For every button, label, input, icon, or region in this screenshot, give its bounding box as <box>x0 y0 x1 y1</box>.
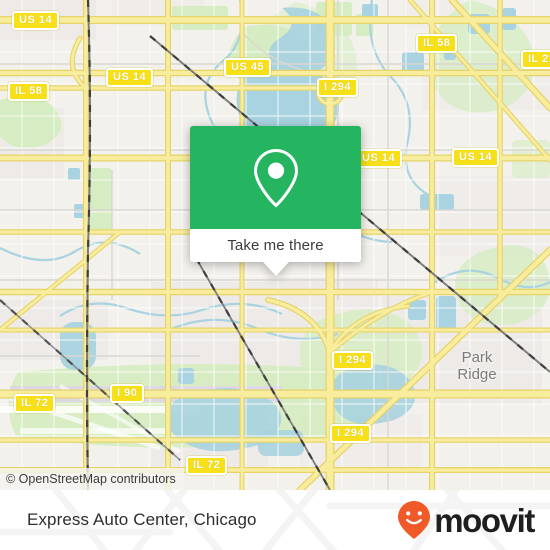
highway-shield: IL 72 <box>14 394 56 413</box>
map-canvas[interactable]: US 14 US 14 IL 58 US 45 IL 58 IL 21 I 29… <box>0 0 550 490</box>
moovit-brand[interactable]: moovit <box>397 500 535 540</box>
location-title: Express Auto Center, Chicago <box>27 510 257 529</box>
popup-card-header <box>190 126 361 229</box>
highway-shield: US 14 <box>12 11 60 30</box>
location-popup-card[interactable]: Take me there <box>190 126 361 276</box>
highway-shield: US 14 <box>106 68 154 87</box>
moovit-smiley-pin-icon <box>398 501 431 539</box>
highway-shield: IL 58 <box>8 82 50 101</box>
popup-card-footer[interactable]: Take me there <box>190 229 361 276</box>
popup-pointer-tail <box>262 262 289 276</box>
moovit-wordmark: moovit <box>434 501 535 539</box>
highway-shield: I 294 <box>332 351 373 370</box>
moovit-map-screenshot: US 14 US 14 IL 58 US 45 IL 58 IL 21 I 29… <box>0 0 550 550</box>
map-pin-icon <box>253 148 298 208</box>
highway-shield: I 90 <box>110 384 145 403</box>
highway-shield: US 14 <box>452 148 500 167</box>
highway-shield: I 294 <box>330 424 371 443</box>
osm-attribution[interactable]: © OpenStreetMap contributors <box>0 468 184 490</box>
take-me-there-label: Take me there <box>227 237 324 254</box>
highway-shield: IL 21 <box>521 50 550 69</box>
highway-shield: I 294 <box>317 78 358 97</box>
highway-shield: IL 72 <box>186 456 228 475</box>
highway-shield: US 14 <box>355 149 403 168</box>
osm-attribution-text: © OpenStreetMap contributors <box>6 472 176 486</box>
highway-shield: US 45 <box>224 58 272 77</box>
bottom-info-bar: Express Auto Center, Chicago moovit <box>0 490 550 550</box>
highway-shield: IL 58 <box>416 34 458 53</box>
